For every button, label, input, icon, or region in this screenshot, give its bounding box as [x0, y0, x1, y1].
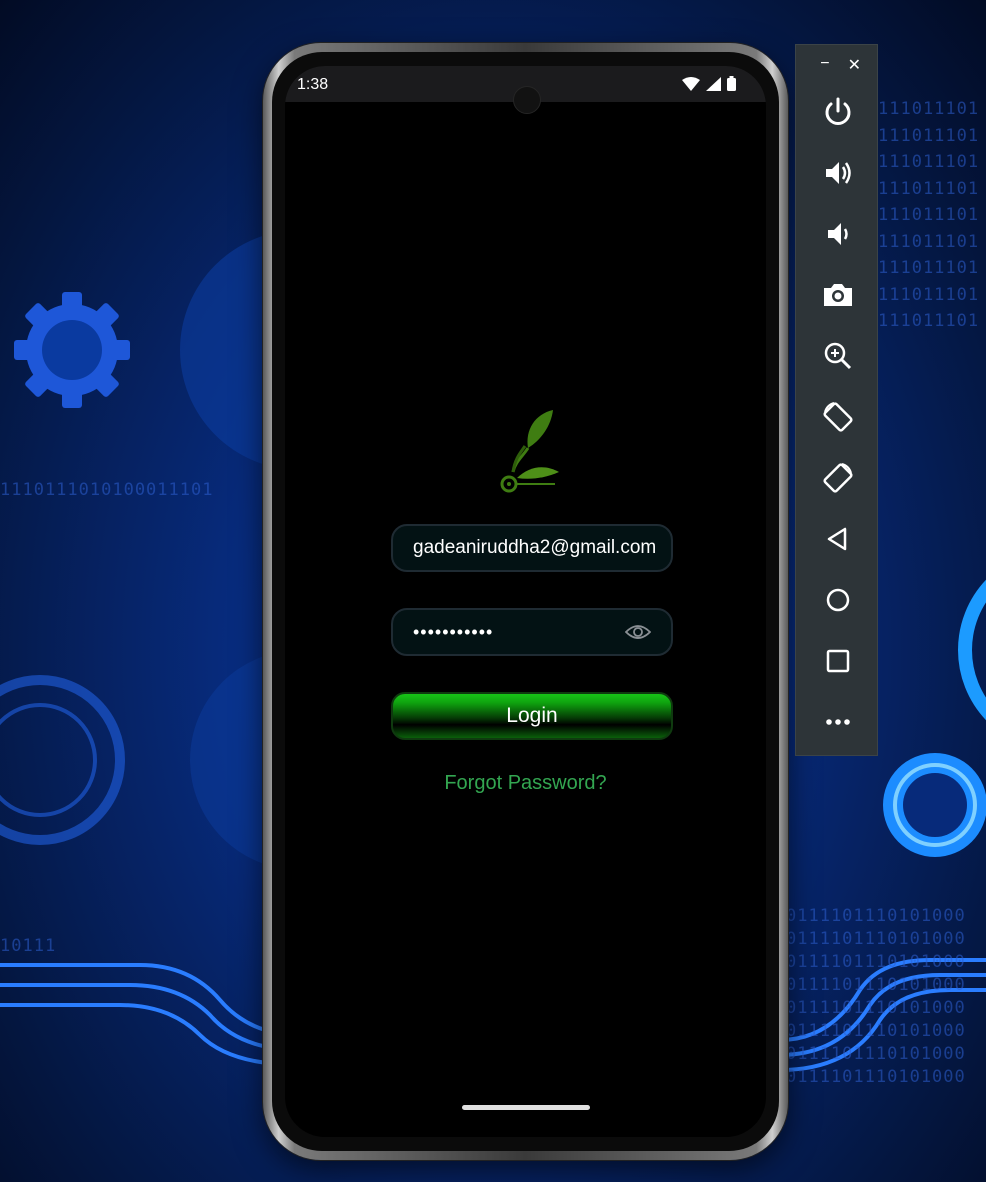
overview-button[interactable]	[796, 630, 879, 691]
volume-up-button[interactable]	[796, 142, 879, 203]
email-field[interactable]: gadeaniruddha2@gmail.com	[391, 524, 673, 572]
rotate-left-button[interactable]	[796, 386, 879, 447]
home-icon	[826, 588, 849, 611]
rotate-right-button[interactable]	[796, 447, 879, 508]
eye-icon[interactable]	[625, 622, 651, 642]
rotate-left-icon	[822, 401, 853, 432]
close-icon[interactable]: ✕	[848, 55, 861, 77]
emulator-toolbar: − ✕	[795, 44, 878, 756]
status-time: 1:38	[297, 76, 329, 93]
power-button[interactable]	[796, 81, 879, 142]
status-icons	[682, 76, 736, 91]
login-button[interactable]: Login	[391, 692, 673, 740]
email-value: gadeaniruddha2@gmail.com	[413, 537, 657, 558]
forgot-password-link[interactable]: Forgot Password?	[285, 772, 766, 795]
home-button[interactable]	[796, 569, 879, 630]
toolbar-window-controls: − ✕	[796, 45, 877, 77]
phone-screen: 1:38 gadeaniruddha2@gmail.com ••••••••••…	[285, 66, 766, 1137]
phone-bezel: 1:38 gadeaniruddha2@gmail.com ••••••••••…	[272, 52, 779, 1151]
camera-icon	[823, 283, 852, 306]
greenzone-logo	[500, 410, 559, 493]
binary-text: 10111	[0, 936, 57, 956]
rotate-right-icon	[822, 462, 853, 493]
more-icon	[825, 718, 850, 725]
power-icon	[825, 97, 850, 125]
back-button[interactable]	[796, 508, 879, 569]
gear-icon	[883, 753, 986, 857]
overview-icon	[826, 649, 849, 672]
phone-frame: 1:38 gadeaniruddha2@gmail.com ••••••••••…	[263, 43, 788, 1160]
binary-text: 0111101110101000 0111101110101000 0111101…	[786, 906, 966, 1087]
volume-up-icon	[825, 161, 851, 184]
volume-down-icon	[827, 222, 848, 245]
zoom-icon	[824, 342, 851, 369]
wifi-icon	[682, 76, 700, 91]
back-icon	[827, 527, 846, 550]
signal-icon	[706, 76, 721, 91]
minimize-icon[interactable]: −	[820, 55, 829, 77]
home-indicator[interactable]	[461, 1105, 590, 1110]
front-camera	[512, 86, 541, 114]
binary-text: 111011101 111011101 111011101 111011101 111…	[878, 99, 980, 331]
screenshot-button[interactable]	[796, 264, 879, 325]
password-field[interactable]: •••••••••••	[391, 608, 673, 656]
zoom-button[interactable]	[796, 325, 879, 386]
binary-text: 1110111010100011101	[0, 480, 214, 500]
gear-icon	[14, 292, 130, 408]
more-button[interactable]	[796, 691, 879, 752]
battery-icon	[727, 76, 736, 91]
volume-down-button[interactable]	[796, 203, 879, 264]
password-value: •••••••••••	[413, 621, 494, 642]
